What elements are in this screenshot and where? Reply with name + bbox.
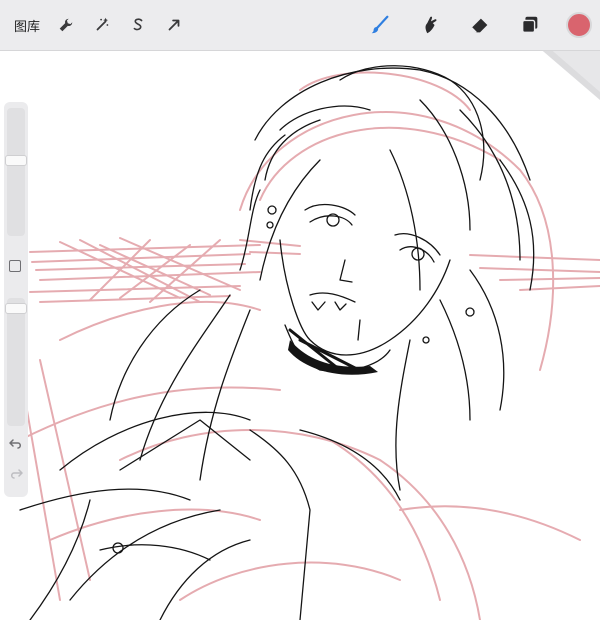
redo-button[interactable] (8, 466, 24, 482)
selection-s-icon (133, 18, 143, 31)
wrench-icon (59, 18, 73, 32)
actions-wrench-button[interactable] (52, 11, 80, 39)
redo-icon (11, 469, 23, 479)
undo-icon (9, 439, 21, 449)
opacity-handle[interactable] (5, 303, 27, 314)
ink-lineart-layer (19, 65, 535, 621)
transform-button[interactable] (160, 11, 188, 39)
brush-icon (371, 15, 389, 34)
toolbar-left-group: 图库 (10, 0, 188, 50)
brush-tool-button[interactable] (366, 11, 394, 39)
transform-arrow-icon (168, 19, 180, 31)
left-sidebar (4, 102, 28, 497)
opacity-slider[interactable] (5, 298, 27, 426)
brush-size-handle[interactable] (5, 155, 27, 166)
adjustments-button[interactable] (88, 11, 116, 39)
smudge-tool-button[interactable] (416, 11, 444, 39)
artwork-sketch (19, 65, 600, 621)
color-picker-button[interactable] (566, 12, 592, 38)
modify-square-button[interactable] (9, 260, 21, 272)
eraser-tool-button[interactable] (466, 11, 494, 39)
selection-button[interactable] (124, 11, 152, 39)
gallery-button[interactable]: 图库 (10, 12, 44, 39)
drawing-canvas[interactable] (0, 40, 600, 621)
brush-size-slider[interactable] (5, 108, 27, 236)
layers-button[interactable] (516, 11, 544, 39)
eraser-icon (471, 18, 488, 33)
smudge-icon (425, 16, 437, 34)
magic-wand-icon (96, 17, 109, 31)
top-toolbar: 图库 (0, 0, 600, 51)
undo-button[interactable] (8, 436, 24, 452)
toolbar-right-group (366, 0, 592, 50)
layers-icon (521, 16, 538, 34)
